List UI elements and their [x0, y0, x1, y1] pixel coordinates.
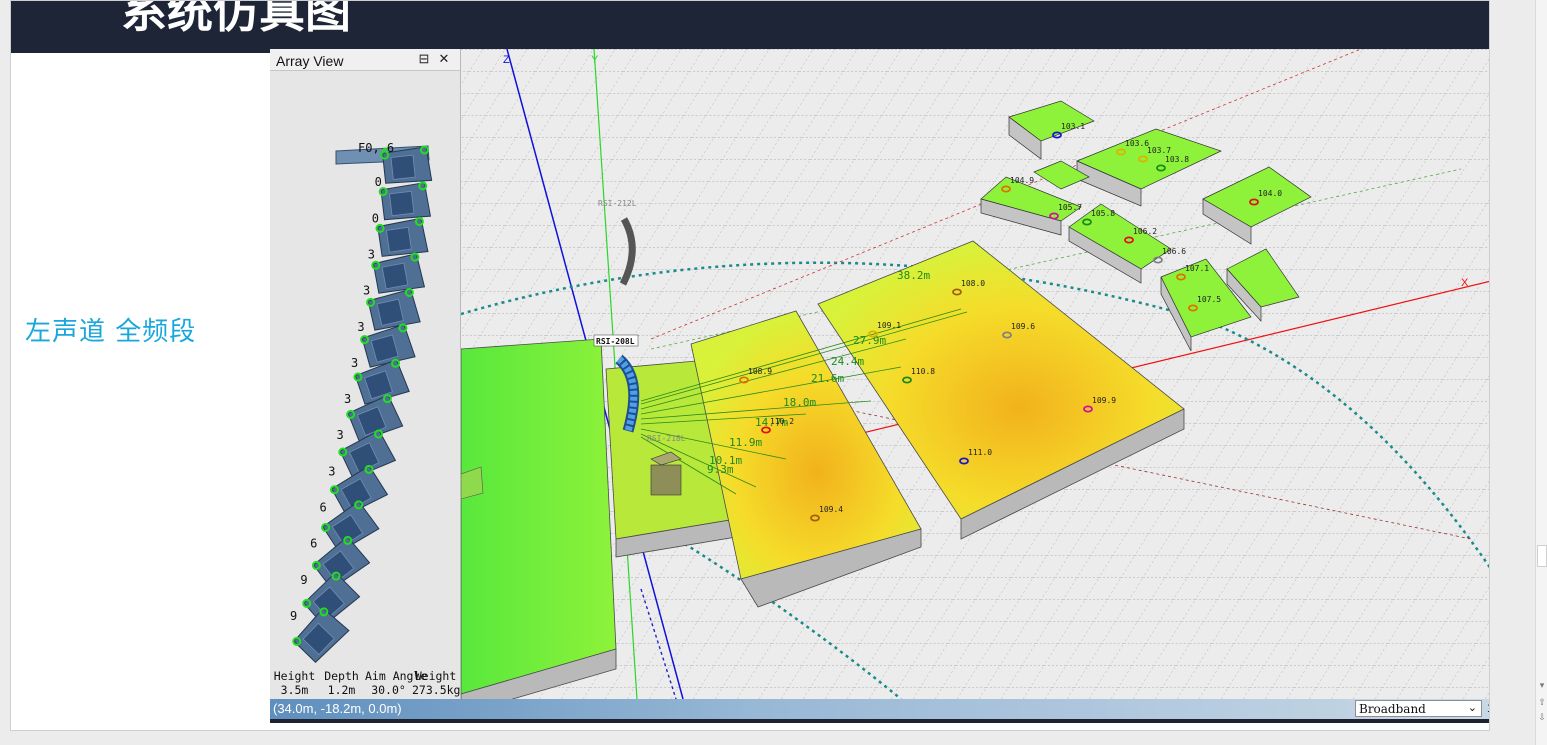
array-view-titlebar[interactable]: Array View ⊟ ✕: [270, 49, 460, 71]
spec-header-weight: Weight: [414, 669, 457, 683]
scrollbar-thumb[interactable]: [1537, 545, 1547, 567]
array-label-rsi-218l: RSI-218L: [647, 434, 686, 443]
frequency-band-value: Broadband: [1359, 702, 1426, 716]
3d-viewport[interactable]: Z Y X RSI-212L RSI-208L RSI-218L 38.2m 2…: [461, 49, 1490, 699]
slide: 系统仿真图 左声道 全频段 Array View ⊟ ✕ F0, 6 0 0 3 3 3 3…: [10, 0, 1490, 731]
spl-reading: 106.2: [1133, 227, 1157, 236]
frequency-band-select[interactable]: Broadband ⌄: [1355, 700, 1482, 717]
array-label-rsi-212l: RSI-212L: [598, 199, 637, 208]
spl-reading: 105.8: [1091, 209, 1115, 218]
audience-zone-floor: [461, 338, 617, 695]
spl-reading: 110.8: [911, 367, 935, 376]
speaker-cabinets: [291, 145, 433, 665]
spl-reading: 109.4: [819, 505, 843, 514]
simulation-window: Array View ⊟ ✕ F0, 6 0 0 3 3 3 3 3 3 3 6 6 9 9 Height…: [270, 49, 1490, 723]
bottom-strip: [270, 719, 1489, 723]
splay-angle-label: 3: [336, 428, 343, 442]
splay-angle-label: 6: [319, 501, 326, 515]
spl-reading: 105.7: [1058, 203, 1082, 212]
speaker-cabinet[interactable]: [366, 288, 421, 332]
spl-reading: 110.2: [770, 417, 794, 426]
spec-header-depth: Depth: [324, 669, 359, 683]
distance-label: 11.9m: [729, 436, 762, 449]
spl-reading: 103.1: [1061, 122, 1085, 131]
distance-label: 18.0m: [783, 396, 816, 409]
splay-angle-label: 3: [363, 284, 370, 298]
distance-label: 38.2m: [897, 269, 930, 282]
z-axis-label: Z: [503, 54, 510, 66]
spec-value-aim-angle: 30.0°: [371, 683, 406, 697]
spl-reading: 104.0: [1258, 189, 1282, 198]
3d-scene[interactable]: Z Y X RSI-212L RSI-208L RSI-218L 38.2m27…: [461, 49, 1490, 699]
spl-reading: 107.5: [1197, 295, 1221, 304]
speaker-cabinet[interactable]: [378, 181, 432, 222]
page-up-icon[interactable]: ⇧: [1536, 697, 1547, 708]
spl-reading: 103.6: [1125, 139, 1149, 148]
scroll-down-icon[interactable]: ▾: [1536, 680, 1547, 691]
status-bar: (34.0m, -18.2m, 0.0m) Broadband ⌄ 1: [270, 699, 1489, 719]
splay-angle-label: 3: [344, 392, 351, 406]
speaker-cabinet[interactable]: [291, 607, 350, 665]
spl-reading: 111.0: [968, 448, 992, 457]
restore-icon[interactable]: ⊟: [416, 51, 432, 67]
x-axis-label: X: [1461, 277, 1469, 289]
splay-angle-label: 0: [372, 211, 379, 225]
array-view-panel: Array View ⊟ ✕ F0, 6 0 0 3 3 3 3 3 3 3 6 6 9 9 Height…: [270, 49, 461, 699]
splay-angle-label: 9: [290, 609, 297, 623]
array-diagram: F0, 6 0 0 3 3 3 3 3 3 3 6 6 9 9: [290, 141, 433, 665]
slide-title: 系统仿真图: [121, 1, 351, 38]
speaker-cabinet[interactable]: [375, 217, 429, 258]
spl-reading: 103.7: [1147, 146, 1171, 155]
splay-angle-label: 3: [368, 247, 375, 261]
spl-reading: 103.8: [1165, 155, 1189, 164]
page-scrollbar[interactable]: ▾ ⇧ ⇩: [1535, 0, 1547, 745]
splay-angle-label: 3: [351, 356, 358, 370]
spl-reading: 106.6: [1162, 247, 1186, 256]
spl-reading: 109.6: [1011, 322, 1035, 331]
spl-reading: 108.9: [748, 367, 772, 376]
page-down-icon[interactable]: ⇩: [1536, 712, 1547, 723]
array-spec-table: Height Depth Aim Angle Weight 3.5m 1.2m …: [271, 669, 461, 697]
spl-reading: 104.9: [1010, 176, 1034, 185]
channel-label: 左声道 全频段: [25, 317, 197, 347]
splay-angle-label: F0, 6: [358, 141, 394, 155]
spl-reading: 109.9: [1092, 396, 1116, 405]
cursor-coordinates: (34.0m, -18.2m, 0.0m): [273, 701, 402, 716]
array-view-title: Array View: [276, 53, 344, 69]
array-label-rsi-208l: RSI-208L: [596, 337, 635, 346]
chevron-down-icon: ⌄: [1467, 701, 1477, 714]
y-axis-label: Y: [591, 54, 599, 66]
splay-angle-label: 3: [328, 464, 335, 478]
spec-header-height: Height: [273, 669, 316, 683]
splay-angle-label: 0: [375, 175, 382, 189]
spec-header-aim-angle: Aim Angle: [365, 669, 428, 683]
status-trailing-text: 1: [1487, 701, 1489, 715]
spec-value-height: 3.5m: [280, 683, 309, 697]
speaker-cabinet[interactable]: [360, 323, 416, 369]
splay-angle-label: 9: [300, 573, 307, 587]
spec-value-weight: 273.5kg: [412, 683, 461, 697]
splay-angle-label: 3: [357, 320, 364, 334]
splay-angle-label: 6: [310, 537, 317, 551]
speaker-cabinet[interactable]: [371, 252, 426, 296]
spl-reading: 107.1: [1185, 264, 1209, 273]
distance-label: 24.4m: [831, 355, 864, 368]
distance-label: 21.6m: [811, 372, 844, 385]
distance-label: 9.3m: [707, 463, 734, 476]
spl-reading: 108.0: [961, 279, 985, 288]
close-icon[interactable]: ✕: [436, 51, 452, 67]
slide-header: 系统仿真图: [11, 1, 1489, 53]
spl-reading: 109.1: [877, 321, 901, 330]
spec-value-depth: 1.2m: [327, 683, 356, 697]
